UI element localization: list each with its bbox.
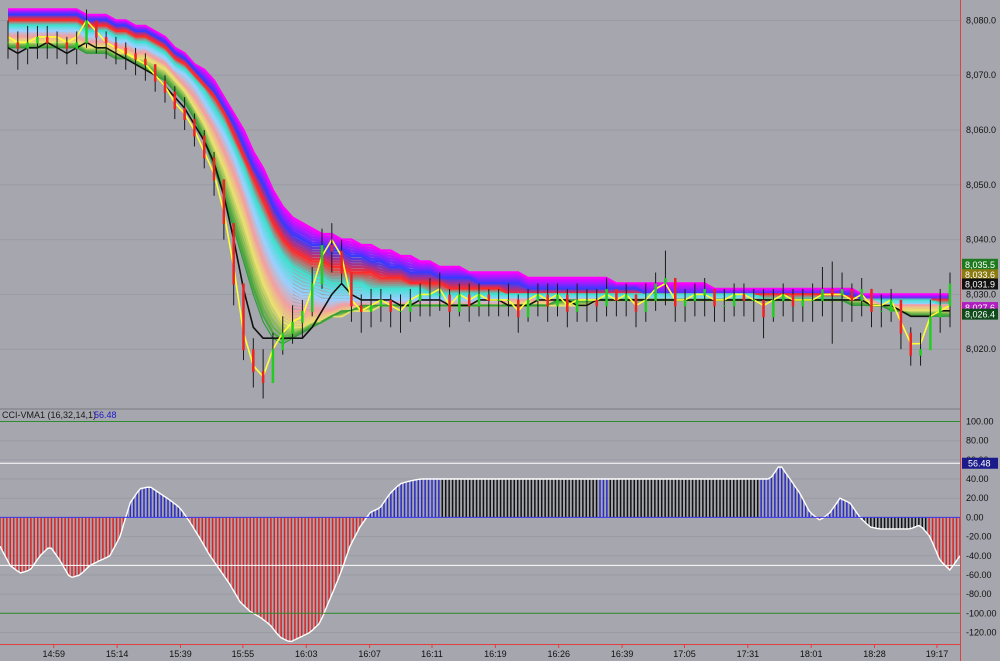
time-tick-label: 15:39: [169, 649, 192, 659]
time-tick-label: 16:03: [295, 649, 318, 659]
price-tick-label: 8,040.0: [966, 235, 996, 245]
time-tick-label: 19:17: [926, 649, 949, 659]
indicator-tick-label: -80.00: [966, 589, 992, 599]
time-tick-label: 15:14: [106, 649, 129, 659]
price-tick-label: 8,020.0: [966, 344, 996, 354]
price-tick-label: 8,030.0: [966, 289, 996, 299]
time-tick-label: 14:59: [42, 649, 65, 659]
last-value-label: 8,035.5: [965, 260, 995, 270]
time-tick-label: 16:39: [611, 649, 634, 659]
price-tick-label: 8,080.0: [966, 15, 996, 25]
indicator-title: CCI-VMA1 (16,32,14,1): [2, 410, 96, 420]
indicator-tick-label: -40.00: [966, 551, 992, 561]
indicator-tick-label: -120.00: [966, 627, 997, 637]
time-tick-label: 18:01: [800, 649, 823, 659]
time-tick-label: 16:19: [484, 649, 507, 659]
indicator-tick-label: -60.00: [966, 570, 992, 580]
time-tick-label: 15:55: [232, 649, 255, 659]
indicator-tick-label: 20.00: [966, 493, 989, 503]
indicator-tick-label: 0.00: [966, 512, 984, 522]
indicator-tick-label: 100.00: [966, 417, 994, 427]
indicator-last-value-label: 56.48: [968, 459, 991, 469]
indicator-tick-label: -100.00: [966, 608, 997, 618]
time-tick-label: 16:11: [421, 649, 443, 659]
last-value-label: 8,026.4: [965, 310, 995, 320]
time-tick-label: 18:28: [863, 649, 886, 659]
chart-background: [0, 0, 1000, 661]
time-tick-label: 17:31: [737, 649, 760, 659]
time-tick-label: 16:07: [358, 649, 381, 659]
indicator-tick-label: 80.00: [966, 436, 989, 446]
price-tick-label: 8,060.0: [966, 125, 996, 135]
time-tick-label: 17:05: [673, 649, 696, 659]
price-tick-label: 8,070.0: [966, 70, 996, 80]
last-value-label: 8,031.9: [965, 280, 995, 290]
chart-canvas: CCI-VMA1 (16,32,14,1) 56.48 8,020.0 8,030…: [0, 0, 1000, 661]
price-tick-label: 8,050.0: [966, 180, 996, 190]
indicator-tick-label: -20.00: [966, 532, 992, 542]
time-tick-label: 16:26: [547, 649, 570, 659]
indicator-title-value: 56.48: [94, 410, 117, 420]
indicator-tick-label: 40.00: [966, 474, 989, 484]
